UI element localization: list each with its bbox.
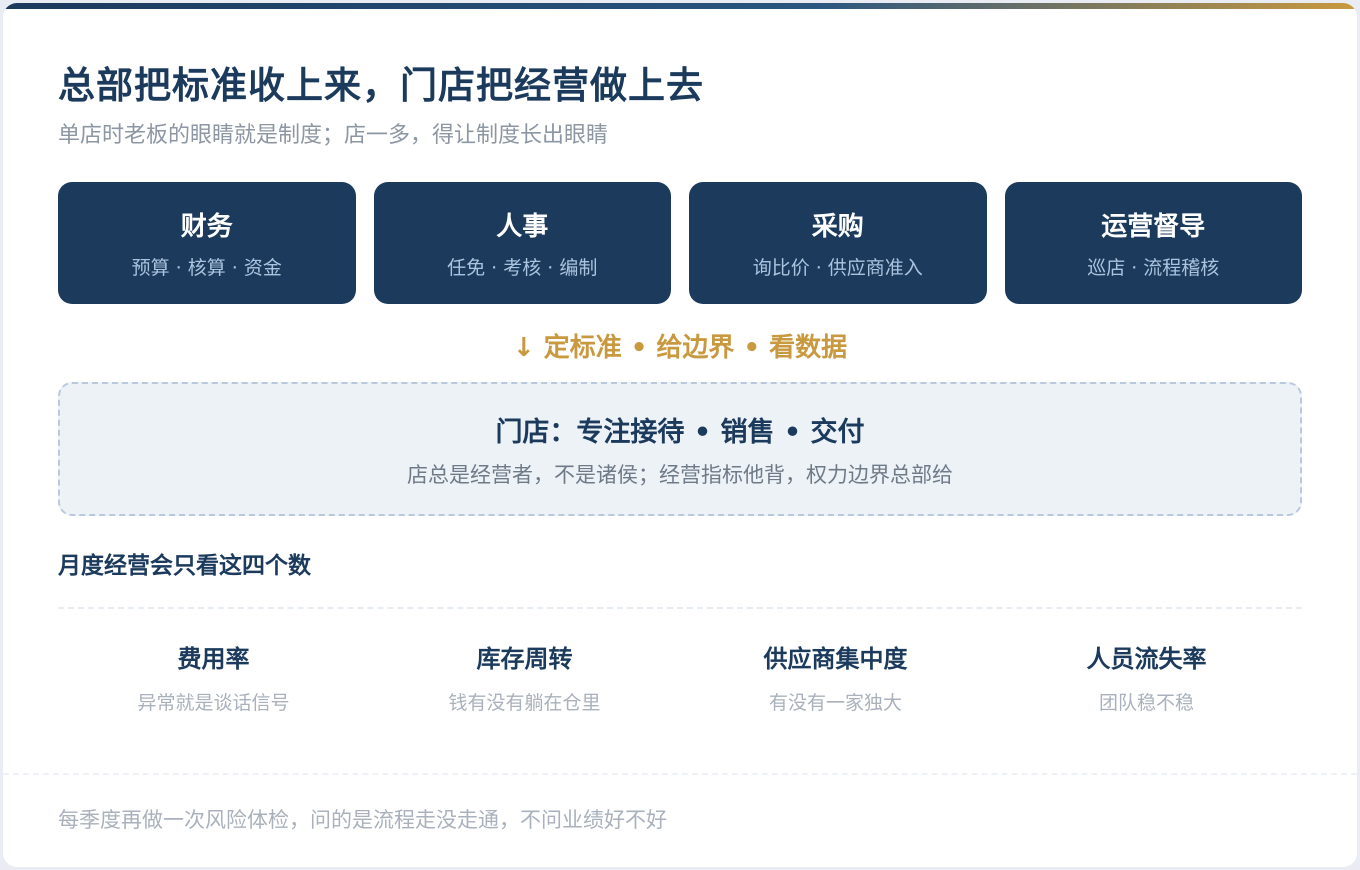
dept-name: 采购: [811, 212, 864, 242]
metric-desc: 钱有没有躺在仓里: [448, 692, 601, 714]
dept-desc: 巡店 · 流程稽核: [1087, 257, 1220, 279]
metric-item: 人员流失率 团队稳不稳: [991, 639, 1302, 715]
dept-name: 人事: [496, 212, 549, 242]
metric-name: 人员流失率: [1086, 645, 1207, 673]
metric-desc: 有没有一家独大: [768, 692, 902, 714]
footer-divider: [3, 773, 1357, 775]
store-subtitle: 店总是经营者，不是诸侯；经营指标他背，权力边界总部给: [407, 462, 953, 487]
metric-item: 供应商集中度 有没有一家独大: [680, 639, 991, 715]
metric-name: 供应商集中度: [763, 645, 908, 673]
dept-name: 财务: [180, 212, 233, 242]
footer-note: 每季度再做一次风险体检，问的是流程走没走通，不问业绩好不好: [58, 808, 667, 832]
dept-desc: 询比价 · 供应商准入: [752, 257, 923, 279]
flow-arrow-label: ↓ 定标准 • 给边界 • 看数据: [512, 333, 848, 363]
store-box: 门店：专注接待 • 销售 • 交付 店总是经营者，不是诸侯；经营指标他背，权力边…: [58, 382, 1302, 516]
dashed-divider: [58, 607, 1302, 609]
dept-desc: 预算 · 核算 · 资金: [131, 257, 282, 279]
dept-box-finance: 财务 预算 · 核算 · 资金: [58, 182, 356, 304]
dept-box-procurement: 采购 询比价 · 供应商准入: [689, 182, 987, 304]
dept-box-operations: 运营督导 巡店 · 流程稽核: [1004, 182, 1302, 304]
metric-desc: 团队稳不稳: [1098, 692, 1194, 714]
department-row: 财务 预算 · 核算 · 资金 人事 任免 · 考核 · 编制 采购 询比价 ·…: [58, 182, 1302, 304]
metric-desc: 异常就是谈话信号: [137, 692, 290, 714]
dept-name: 运营督导: [1101, 212, 1206, 242]
metric-name: 费用率: [177, 645, 250, 673]
metric-item: 费用率 异常就是谈话信号: [58, 639, 369, 715]
page-title: 总部把标准收上来，门店把经营做上去: [58, 64, 704, 107]
store-title: 门店：专注接待 • 销售 • 交付: [495, 416, 865, 448]
diagram-card: 总部把标准收上来，门店把经营做上去 单店时老板的眼睛就是制度；店一多，得让制度长…: [3, 3, 1357, 867]
metric-name: 库存周转: [476, 645, 573, 673]
metric-item: 库存周转 钱有没有躺在仓里: [369, 639, 680, 715]
metrics-title: 月度经营会只看这四个数: [58, 553, 311, 579]
dept-box-hr: 人事 任免 · 考核 · 编制: [373, 182, 671, 304]
metrics-row: 费用率 异常就是谈话信号 库存周转 钱有没有躺在仓里 供应商集中度 有没有一家独…: [58, 639, 1302, 715]
dept-desc: 任免 · 考核 · 编制: [447, 257, 598, 279]
page-subtitle: 单店时老板的眼睛就是制度；店一多，得让制度长出眼睛: [58, 123, 609, 148]
gradient-top-bar: [3, 3, 1357, 9]
